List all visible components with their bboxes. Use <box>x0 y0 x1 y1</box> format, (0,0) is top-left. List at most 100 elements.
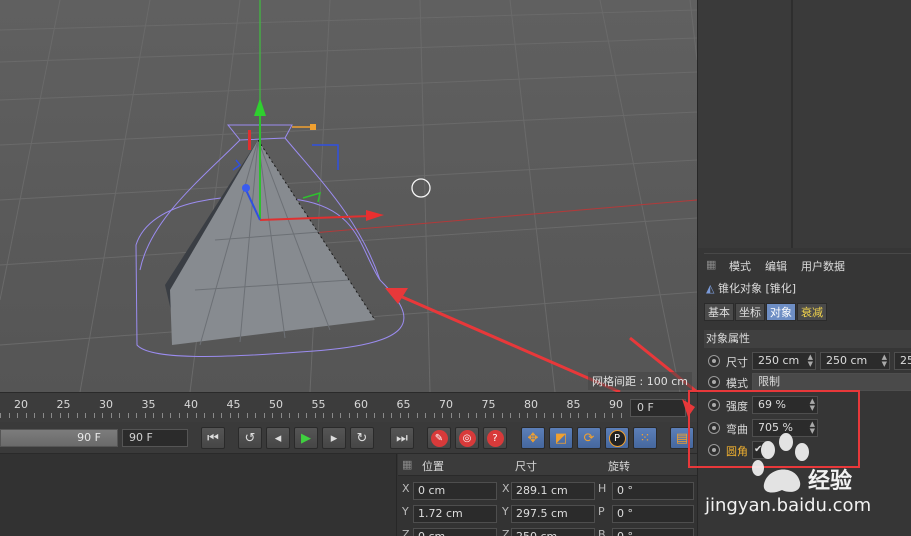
timeline-tick-mark <box>314 413 316 418</box>
frame-range-slider[interactable]: 90 F <box>0 429 118 447</box>
timeline-tick-mark <box>552 413 554 418</box>
scale-tool-button[interactable]: ◩ <box>549 427 573 449</box>
step-forward-icon: ▸ <box>330 430 338 446</box>
timeline-tick-label: 30 <box>99 398 113 411</box>
coord-rot-axis-label: H <box>598 482 607 495</box>
timeline-tick-mark <box>527 413 528 418</box>
step-forward-button[interactable]: ▸ <box>322 427 346 449</box>
timeline-tick-mark <box>459 413 460 418</box>
timeline-tick-mark <box>255 413 256 418</box>
keyframe-help-button[interactable]: ? <box>483 427 507 449</box>
dots-button[interactable]: ⁙ <box>633 427 657 449</box>
gizmo-z-handle[interactable] <box>242 184 250 192</box>
rotation-header: 旋转 <box>608 460 630 473</box>
coord-rotation-field[interactable]: 0 ° <box>612 482 694 500</box>
timeline-tick-label: 85 <box>566 398 581 411</box>
size-animate-radio[interactable] <box>708 355 720 367</box>
size-y-field[interactable]: 250 cm ▲ ▼ <box>820 352 890 370</box>
mode-dropdown[interactable]: 限制 <box>752 373 911 391</box>
timeline-tick-mark <box>306 413 307 418</box>
play-button[interactable]: ▶ <box>294 427 318 449</box>
next-key-icon: ↻ <box>356 430 368 446</box>
tab-object[interactable]: 对象 <box>766 303 796 321</box>
current-frame-field[interactable]: 0 F <box>630 399 686 417</box>
timeline-tick-mark <box>170 413 171 418</box>
end-frame-field[interactable]: 90 F <box>122 429 188 447</box>
timeline-tick-mark <box>399 413 401 418</box>
rotate-tool-button[interactable]: ⟳ <box>577 427 601 449</box>
coord-rot-axis-label: B <box>598 528 606 536</box>
menu-edit[interactable]: 编辑 <box>765 258 787 274</box>
next-key-button[interactable]: ↻ <box>350 427 374 449</box>
timeline-tick-mark <box>136 413 137 418</box>
timeline-tick-mark <box>595 413 596 418</box>
coord-rot-axis-label: P <box>598 505 605 518</box>
timeline-tick-mark <box>425 413 426 418</box>
prev-key-button[interactable]: ↺ <box>238 427 262 449</box>
object-manager-panel <box>697 0 911 248</box>
object-title: ◭ 锥化对象 [锥化] <box>706 280 796 296</box>
mode-animate-radio[interactable] <box>708 376 720 388</box>
timeline-tick-mark <box>535 413 537 418</box>
grid-spacing-label: 网格间距 : 100 cm <box>588 372 692 390</box>
timeline-tick-mark <box>102 413 103 418</box>
size-row: 尺寸 250 cm ▲ ▼ 250 cm ▲ ▼ 25 <box>704 351 911 371</box>
tab-coordinates[interactable]: 坐标 <box>735 303 765 321</box>
coord-position-field[interactable]: 0 cm <box>413 482 497 500</box>
timeline-tick-mark <box>25 413 27 418</box>
taper-handle[interactable] <box>310 124 316 130</box>
step-back-button[interactable]: ◂ <box>266 427 290 449</box>
timeline-tick-mark <box>153 413 154 418</box>
play-icon: ▶ <box>301 430 311 446</box>
viewport-scene[interactable] <box>0 0 697 392</box>
coord-size-field[interactable]: 289.1 cm <box>511 482 595 500</box>
timeline-tick-mark <box>501 413 503 418</box>
timeline-tick-mark <box>272 413 273 418</box>
timeline-tick-mark <box>161 413 163 418</box>
timeline-tick-mark <box>68 413 69 418</box>
timeline-tick-mark <box>289 413 290 418</box>
go-start-button[interactable]: ⏮ <box>201 427 225 449</box>
coord-rotation-field[interactable]: 0 ° <box>612 505 694 523</box>
timeline-tick-mark <box>365 413 367 418</box>
3d-viewport[interactable]: 网格间距 : 100 cm <box>0 0 697 392</box>
timeline-tick-label: 90 <box>609 398 623 411</box>
move-tool-button[interactable]: ✥ <box>521 427 545 449</box>
size-x-field[interactable]: 250 cm ▲ ▼ <box>752 352 816 370</box>
go-start-icon: ⏮ <box>207 430 219 446</box>
dots-icon: ⁙ <box>639 430 651 446</box>
auto-key-button[interactable]: ◎ <box>455 427 479 449</box>
scale-icon: ◩ <box>554 430 568 446</box>
coord-axis-label: Z <box>402 528 410 536</box>
section-object-properties: 对象属性 <box>704 330 911 348</box>
timeline-tick-mark <box>8 413 10 418</box>
timeline-tick-mark <box>391 413 392 418</box>
timeline-tick-mark <box>382 413 384 418</box>
coordinates-empty-area <box>0 454 397 536</box>
tab-basic[interactable]: 基本 <box>704 303 734 321</box>
coord-position-field[interactable]: 1.72 cm <box>413 505 497 523</box>
timeline-tick-mark <box>17 413 18 418</box>
timeline-tick-label: 35 <box>141 398 156 411</box>
timeline-tick-mark <box>348 413 350 418</box>
coordinates-manager: ▦ 位置 尺寸 旋转 X0 cm X 289.1 cm H 0 ° Y 1.72 cm Y 29… <box>0 454 697 536</box>
record-button[interactable]: ✎ <box>427 427 451 449</box>
param-button[interactable]: P <box>605 427 629 449</box>
menu-user-data[interactable]: 用户数据 <box>801 258 845 274</box>
timeline-tick-label: 45 <box>226 398 241 411</box>
size-z-field[interactable]: 25 <box>894 352 911 370</box>
param-icon: P <box>608 429 626 447</box>
coord-position-field[interactable]: 0 cm <box>413 528 497 536</box>
keyframe-help-icon: ? <box>486 429 504 447</box>
coord-rotation-field[interactable]: 0 ° <box>612 528 694 536</box>
go-end-button[interactable]: ⏭ <box>390 427 414 449</box>
menu-mode[interactable]: 模式 <box>729 258 751 274</box>
prev-key-icon: ↺ <box>244 430 256 446</box>
coord-size-field[interactable]: 250 cm <box>511 528 595 536</box>
coord-size-field[interactable]: 297.5 cm <box>511 505 595 523</box>
size-label: 尺寸 <box>726 356 748 369</box>
timeline-ruler[interactable]: 20 25 30 35 40 45 50 55 60 65 70 75 80 85 90 0 F <box>0 392 697 422</box>
timeline-tick-mark <box>408 413 409 418</box>
tab-falloff[interactable]: 衰减 <box>797 303 827 321</box>
timeline-tick-label: 80 <box>524 398 538 411</box>
